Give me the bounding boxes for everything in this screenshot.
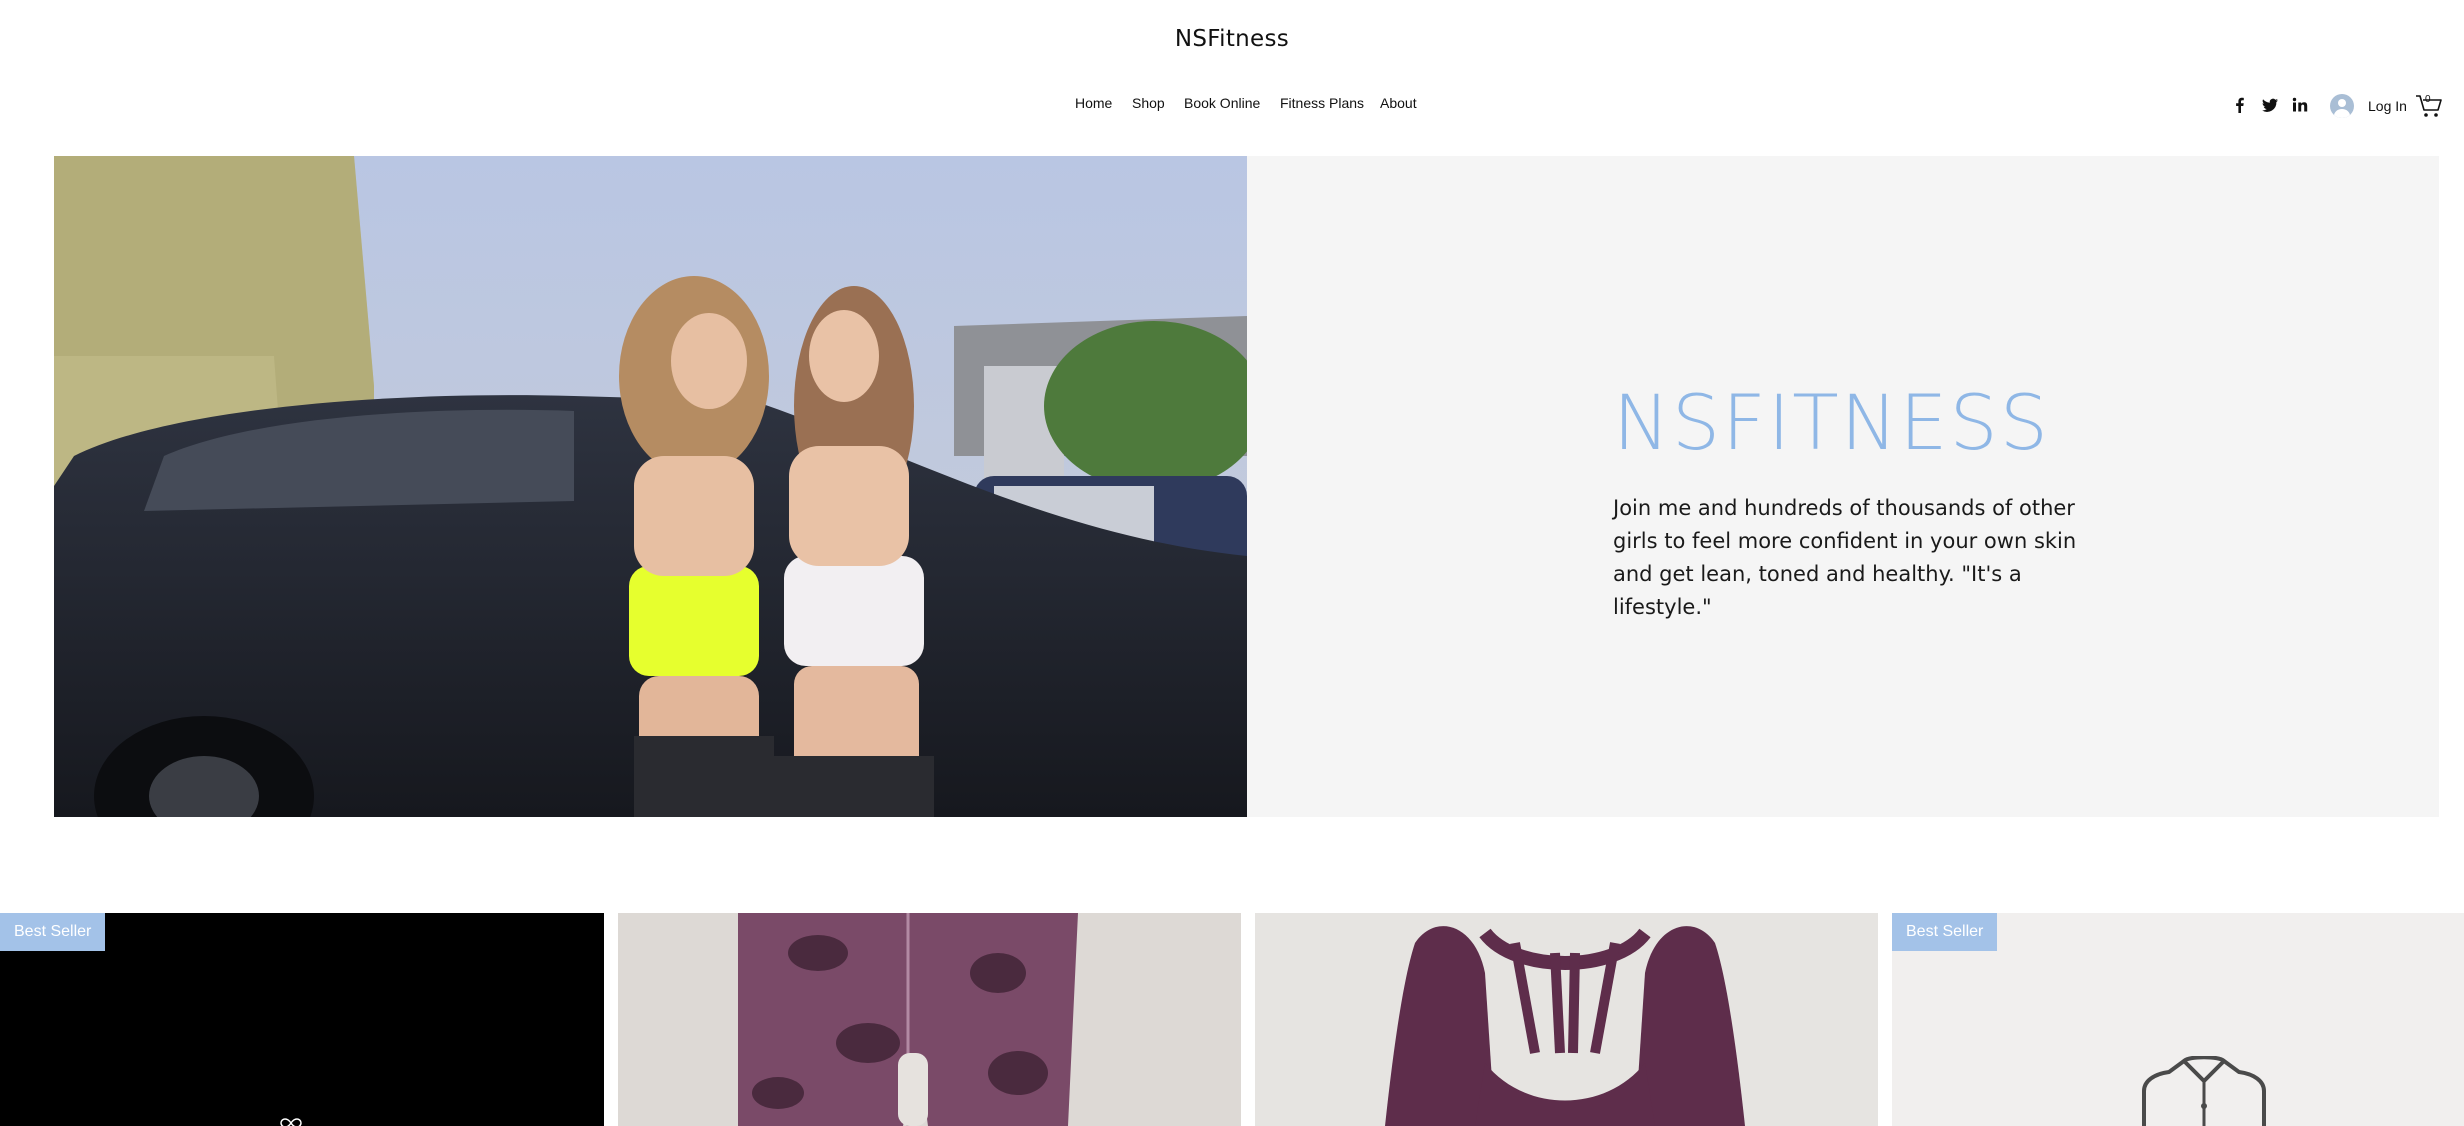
nav-shop[interactable]: Shop xyxy=(1132,95,1165,111)
nav-home[interactable]: Home xyxy=(1075,95,1112,111)
hero-description: Join me and hundreds of thousands of oth… xyxy=(1613,496,2077,619)
avatar-icon xyxy=(2330,94,2354,118)
hero-image xyxy=(54,156,1247,817)
infinity-logo-icon xyxy=(280,1118,302,1126)
linkedin-icon[interactable] xyxy=(2290,95,2310,115)
facebook-icon[interactable] xyxy=(2230,95,2250,115)
nav-book-online[interactable]: Book Online xyxy=(1184,95,1260,111)
nav-about[interactable]: About xyxy=(1380,95,1417,111)
product-card[interactable] xyxy=(1255,913,1878,1126)
site-title[interactable]: NSFitness xyxy=(0,26,2464,52)
best-seller-badge: Best Seller xyxy=(0,913,106,951)
cart-button[interactable]: 0 xyxy=(2414,90,2444,120)
hero-title: NSFITNESS xyxy=(1613,378,2051,467)
leggings-image xyxy=(738,913,1078,1126)
hero-panel xyxy=(1247,156,2439,817)
nav-fitness-plans[interactable]: Fitness Plans xyxy=(1280,95,1364,111)
main-nav: Home Shop Book Online Fitness Plans Abou… xyxy=(0,95,2464,117)
twitter-icon[interactable] xyxy=(2260,95,2280,115)
shirt-placeholder-icon xyxy=(2142,1056,2266,1126)
product-card[interactable]: Best Seller xyxy=(1892,913,2464,1126)
cart-count: 0 xyxy=(2425,94,2431,105)
sports-bra-image xyxy=(1385,926,1745,1126)
best-seller-badge: Best Seller xyxy=(1892,913,1998,951)
login-label: Log In xyxy=(2368,98,2407,114)
product-card[interactable] xyxy=(618,913,1241,1126)
product-card[interactable]: Best Seller xyxy=(0,913,604,1126)
